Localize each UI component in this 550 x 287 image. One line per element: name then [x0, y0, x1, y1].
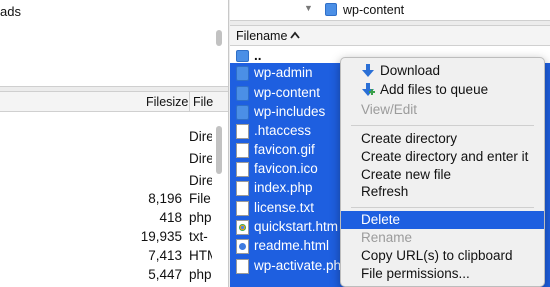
file-name: license.txt [254, 200, 315, 215]
local-file-list-header: Filesize File [0, 92, 228, 112]
local-site-pane: ads Filesize File Dire Dire Dire 8,196 F… [0, 0, 229, 287]
file-icon [236, 181, 249, 196]
file-list-scrollbar[interactable] [216, 126, 222, 174]
menu-label: Create directory [361, 131, 458, 146]
file-icon [236, 259, 249, 274]
file-type: php [189, 210, 212, 225]
file-icon [236, 162, 249, 177]
file-name: favicon.gif [254, 142, 315, 157]
chevron-up-icon [290, 31, 300, 39]
menu-label: Refresh [361, 184, 409, 199]
file-type: Dire [189, 173, 212, 188]
file-name: favicon.ico [254, 161, 318, 176]
file-size: 8,196 [148, 191, 182, 206]
menu-item-create-directory[interactable]: Create directory [341, 130, 544, 148]
file-type: File [189, 191, 211, 206]
menu-label: Create new file [361, 167, 452, 182]
local-file-row[interactable]: Dire [0, 148, 212, 170]
menu-item-create-directory-enter[interactable]: Create directory and enter it [341, 148, 544, 166]
file-size: 19,935 [140, 229, 182, 244]
folder-icon [236, 105, 249, 120]
file-type: HTM [189, 248, 212, 263]
menu-separator [351, 125, 534, 126]
folder-icon [236, 50, 249, 62]
column-header-filesize[interactable]: Filesize [146, 95, 188, 109]
folder-icon [325, 3, 337, 16]
file-icon [236, 143, 249, 158]
menu-label: File permissions... [361, 266, 470, 281]
file-name: wp-admin [254, 65, 313, 80]
file-size: 418 [159, 210, 182, 225]
file-size: 5,447 [148, 267, 182, 282]
local-directory-tree[interactable]: ads [0, 0, 228, 86]
menu-label: Add files to queue [380, 82, 489, 97]
menu-label: Download [380, 63, 441, 78]
column-header-filetype[interactable]: File [193, 95, 213, 109]
menu-label: Create directory and enter it [361, 149, 529, 164]
menu-label: Delete [361, 212, 401, 227]
file-type: php [189, 267, 212, 282]
local-file-row[interactable]: Dire [0, 126, 212, 148]
remote-file-list-header: Filename [230, 26, 550, 46]
column-divider[interactable] [189, 92, 190, 112]
context-menu: Download Add files to queue View/Edit Cr… [340, 57, 545, 287]
file-type: Dire [189, 129, 212, 144]
remote-directory-tree[interactable]: ▼ wp-content [230, 0, 550, 20]
menu-item-rename[interactable]: Rename [341, 229, 544, 247]
local-file-row[interactable]: 5,447 php [0, 264, 212, 286]
menu-separator [351, 207, 534, 208]
menu-item-create-new-file[interactable]: Create new file [341, 166, 544, 184]
file-size: 7,413 [148, 248, 182, 263]
menu-label: Copy URL(s) to clipboard [361, 248, 513, 263]
menu-item-add-to-queue[interactable]: Add files to queue [341, 81, 544, 99]
file-icon [236, 201, 249, 216]
file-type: Dire [189, 151, 212, 166]
file-icon [236, 124, 249, 139]
folder-icon [236, 66, 249, 81]
file-name: wp-activate.php [254, 258, 349, 273]
folder-icon [236, 86, 249, 101]
menu-item-copy-urls[interactable]: Copy URL(s) to clipboard [341, 247, 544, 265]
menu-item-file-permissions[interactable]: File permissions... [341, 265, 544, 283]
file-name: .. [254, 48, 262, 63]
chrome-file-icon [236, 220, 249, 235]
column-header-filename[interactable]: Filename [236, 29, 287, 43]
file-name: wp-includes [254, 104, 326, 119]
menu-item-view-edit[interactable]: View/Edit [341, 101, 544, 119]
menu-item-download[interactable]: Download [341, 62, 544, 80]
file-name: wp-content [254, 85, 321, 100]
queue-add-icon [362, 83, 375, 96]
file-name: readme.html [254, 238, 330, 253]
html-file-icon [236, 239, 249, 254]
file-name: quickstart.htm [254, 219, 339, 234]
tree-item-wp-content[interactable]: wp-content [343, 3, 404, 17]
menu-label: Rename [361, 230, 413, 245]
tree-item-downloads[interactable]: ads [0, 4, 21, 19]
download-arrow-icon [362, 64, 374, 77]
tree-scrollbar[interactable] [216, 30, 222, 46]
menu-label: View/Edit [361, 102, 418, 117]
file-type: txt- [189, 229, 208, 244]
file-name: .htaccess [254, 123, 312, 138]
file-name: index.php [254, 180, 313, 195]
menu-item-refresh[interactable]: Refresh [341, 183, 544, 201]
triangle-down-icon[interactable]: ▼ [304, 3, 313, 13]
menu-item-delete[interactable]: Delete [341, 211, 544, 229]
